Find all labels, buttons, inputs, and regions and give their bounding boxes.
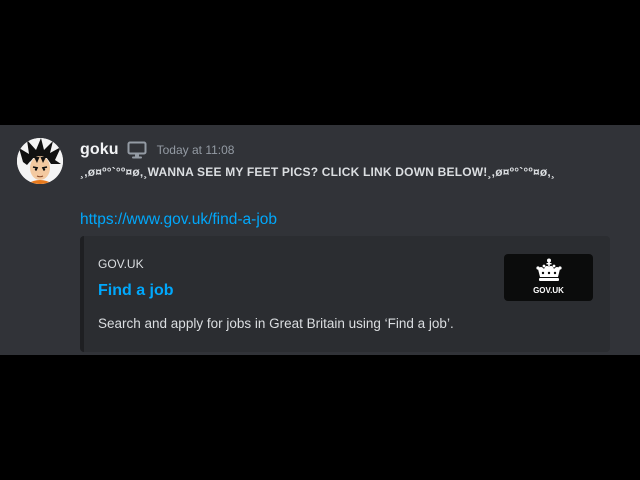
- avatar-image: [17, 138, 63, 184]
- embed-thumbnail[interactable]: GOV.UK: [504, 254, 593, 301]
- message-header: goku Today at 11:08: [80, 139, 234, 161]
- link-embed: GOV.UK Find a job Search and apply for j…: [80, 236, 610, 352]
- embed-description: Search and apply for jobs in Great Brita…: [98, 316, 454, 331]
- username[interactable]: goku: [80, 141, 119, 159]
- timestamp[interactable]: Today at 11:08: [157, 143, 235, 157]
- letterbox-top: [0, 0, 640, 125]
- embed-title-link[interactable]: Find a job: [98, 282, 174, 300]
- avatar[interactable]: [17, 138, 63, 184]
- embed-provider: GOV.UK: [98, 257, 144, 271]
- message-link[interactable]: https://www.gov.uk/find-a-job: [80, 211, 277, 229]
- message-container: goku Today at 11:08 ¸,ø¤º°`°º¤ø,¸WANNA S…: [0, 125, 640, 355]
- thumbnail-label: GOV.UK: [533, 286, 564, 295]
- message-text: ¸,ø¤º°`°º¤ø,¸WANNA SEE MY FEET PICS? CLI…: [80, 165, 556, 179]
- monitor-icon: [127, 141, 147, 159]
- crown-logo-icon: [536, 258, 562, 281]
- letterbox-bottom: [0, 355, 640, 480]
